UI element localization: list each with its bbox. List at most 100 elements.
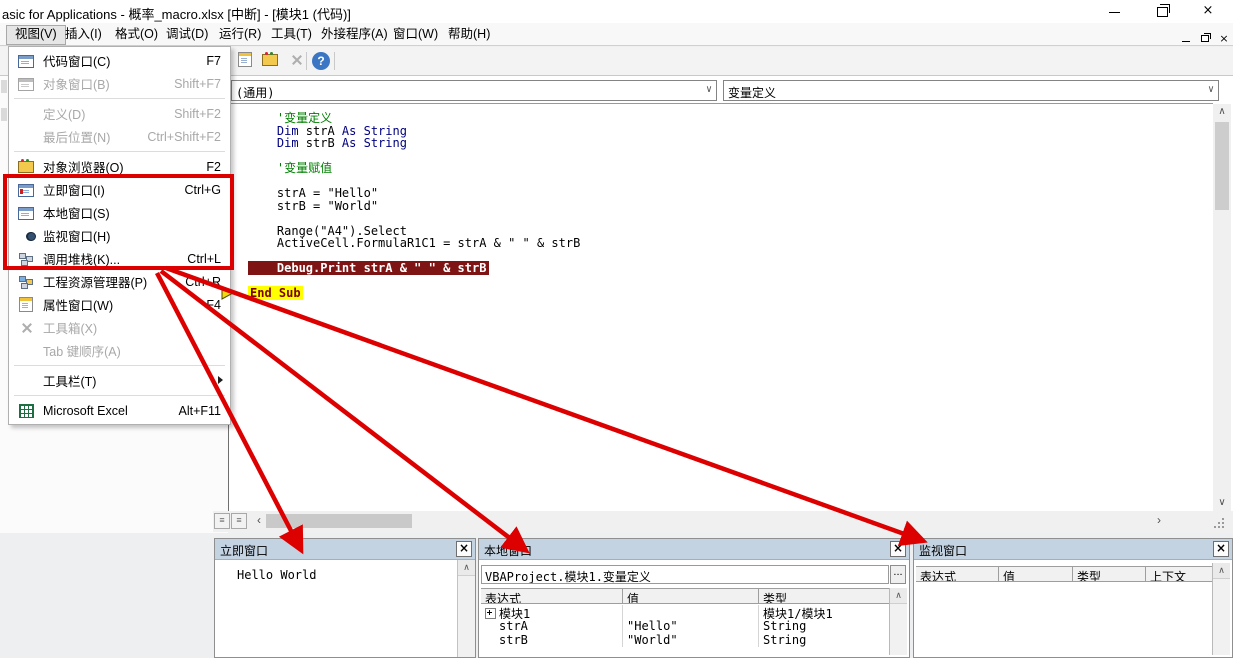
toolbar-separator: [306, 52, 307, 70]
chevron-down-icon: ∨: [1207, 84, 1214, 95]
locals-window-titlebar[interactable]: 本地窗口 ×: [479, 539, 909, 560]
table-row[interactable]: strB "World" String: [481, 633, 894, 647]
vba-editor-window: asic for Applications - 概率_macro.xlsx [中…: [0, 0, 1233, 658]
full-module-view-button[interactable]: ≡: [231, 513, 247, 529]
menu-item-locals-window[interactable]: 本地窗口(S): [9, 201, 230, 224]
column-header-value[interactable]: 值: [623, 588, 759, 604]
mdi-minimize-icon: [1182, 41, 1190, 42]
menu-window[interactable]: 窗口(W): [385, 25, 446, 43]
immediate-output[interactable]: Hello World: [237, 568, 316, 582]
chevron-down-icon: ∨: [705, 84, 712, 95]
menu-item-tab-order: Tab 键顺序(A): [43, 345, 121, 359]
code-editor[interactable]: '变量定义 Dim strA As String Dim strB As Str…: [229, 103, 1213, 511]
column-header-value[interactable]: 值: [999, 566, 1073, 582]
column-header-type[interactable]: 类型: [759, 588, 894, 604]
table-row[interactable]: strA "Hello" String: [481, 619, 894, 633]
code-window-icon: [9, 53, 43, 68]
toolbox-icon: [9, 321, 43, 335]
menu-addins[interactable]: 外接程序(A): [313, 25, 396, 43]
immediate-scrollbar[interactable]: ∧: [457, 560, 475, 657]
menu-debug[interactable]: 调试(D): [158, 25, 216, 43]
table-row[interactable]: 模块1 模块1/模块1: [481, 605, 894, 619]
properties-icon: [238, 52, 252, 68]
menu-separator: [14, 98, 225, 99]
locals-close-button[interactable]: ×: [890, 541, 906, 557]
object-browser-toolbar-button[interactable]: [259, 51, 281, 72]
value-cell: "Hello": [623, 619, 759, 633]
scroll-left-icon[interactable]: ‹: [251, 513, 267, 529]
scroll-up-icon[interactable]: ∧: [1213, 563, 1230, 579]
minimize-button[interactable]: [1099, 0, 1129, 22]
column-header-expression[interactable]: 表达式: [481, 588, 623, 604]
menu-help[interactable]: 帮助(H): [440, 25, 498, 43]
watch-close-button[interactable]: ×: [1213, 541, 1229, 557]
menu-item-object-browser[interactable]: 对象浏览器(O) F2: [9, 155, 230, 178]
code-line: Dim strB As String: [248, 136, 407, 150]
mdi-close-button[interactable]: ×: [1216, 29, 1232, 45]
scroll-right-icon[interactable]: ›: [1151, 513, 1167, 529]
scroll-up-icon[interactable]: ∧: [458, 560, 475, 576]
toolbox-icon: [290, 54, 303, 66]
menu-item-call-stack[interactable]: 调用堆栈(K)... Ctrl+L: [9, 247, 230, 270]
code-vertical-scrollbar[interactable]: ∧ ∨: [1213, 104, 1231, 511]
locals-window-panel: 本地窗口 × VBAProject.模块1.变量定义 ... 表达式 值 类型 …: [478, 538, 910, 658]
watch-window-icon: [9, 229, 43, 243]
menu-tools[interactable]: 工具(T): [263, 25, 320, 43]
member-dropdown-value: 变量定义: [728, 86, 777, 100]
properties-window-toolbar-button[interactable]: [234, 51, 256, 72]
menu-item-code-window[interactable]: 代码窗口(C) F7: [9, 49, 230, 72]
call-stack-icon: [9, 252, 43, 267]
locals-scrollbar[interactable]: ∧: [889, 588, 907, 655]
menu-item-toolbox: 工具箱(X): [9, 316, 230, 339]
menu-insert[interactable]: 插入(I): [57, 25, 110, 43]
code-line-breakpoint: Debug.Print strA & " " & strB: [248, 261, 1213, 275]
scroll-up-icon[interactable]: ∧: [1213, 104, 1231, 120]
menu-item-definition: 定义(D) Shift+F2: [43, 106, 221, 123]
column-header-context[interactable]: 上下文: [1146, 566, 1216, 582]
watch-window-titlebar[interactable]: 监视窗口 ×: [914, 539, 1232, 560]
immediate-window-titlebar[interactable]: 立即窗口 ×: [215, 539, 475, 560]
menu-run[interactable]: 运行(R): [211, 25, 269, 43]
close-button[interactable]: ×: [1193, 0, 1223, 22]
immediate-close-button[interactable]: ×: [456, 541, 472, 557]
code-horizontal-scrollbar[interactable]: ≡ ≡ ‹ ›: [213, 511, 1233, 532]
member-dropdown[interactable]: 变量定义 ∨: [723, 80, 1219, 101]
resize-grip-icon[interactable]: [1214, 517, 1226, 529]
object-browser-icon: [262, 51, 278, 66]
excel-icon: [9, 403, 43, 418]
procedure-view-button[interactable]: ≡: [214, 513, 230, 529]
immediate-window-panel: 立即窗口 × Hello World ∧: [214, 538, 476, 658]
mdi-restore-button[interactable]: [1197, 29, 1213, 42]
help-icon: ?: [312, 52, 330, 70]
restore-icon: [1156, 4, 1170, 17]
menu-item-microsoft-excel[interactable]: Microsoft Excel Alt+F11: [9, 399, 230, 422]
menu-item-toolbars[interactable]: 工具栏(T): [9, 369, 230, 392]
scroll-up-icon[interactable]: ∧: [890, 588, 907, 604]
mdi-restore-icon: [1201, 33, 1211, 42]
locals-more-button[interactable]: ...: [890, 565, 906, 584]
code-line-current: End Sub: [248, 286, 303, 300]
watch-window-panel: 监视窗口 × 表达式 值 类型 上下文 ∧: [913, 538, 1233, 658]
code-line: strA = "Hello": [248, 186, 379, 200]
column-header-type[interactable]: 类型: [1073, 566, 1146, 582]
restore-button[interactable]: [1147, 0, 1177, 22]
menu-item-watch-window[interactable]: 监视窗口(H): [9, 224, 230, 247]
scroll-down-icon[interactable]: ∨: [1213, 495, 1231, 511]
menu-item-immediate-window[interactable]: 立即窗口(I) Ctrl+G: [9, 178, 230, 201]
expand-icon[interactable]: [485, 608, 496, 619]
watch-scrollbar[interactable]: ∧: [1212, 563, 1230, 655]
mdi-minimize-button[interactable]: [1178, 29, 1194, 42]
column-header-expression[interactable]: 表达式: [916, 566, 999, 582]
code-line: strB = "World": [248, 198, 379, 213]
locals-context-box: VBAProject.模块1.变量定义: [481, 565, 889, 584]
menu-item-properties-window[interactable]: 属性窗口(W) F4: [9, 293, 230, 316]
scrollbar-thumb[interactable]: [266, 514, 412, 528]
code-line: ActiveCell.FormulaR1C1 = strA & " " & st…: [248, 236, 581, 250]
procedure-dropdown[interactable]: (通用) ∨: [231, 80, 717, 101]
help-toolbar-button[interactable]: ?: [310, 51, 332, 72]
menu-item-project-explorer[interactable]: 工程资源管理器(P) Ctrl+R: [9, 270, 230, 293]
scrollbar-thumb[interactable]: [1215, 122, 1229, 210]
menu-bar: 视图(V) 插入(I) 格式(O) 调试(D) 运行(R) 工具(T) 外接程序…: [0, 23, 1233, 46]
